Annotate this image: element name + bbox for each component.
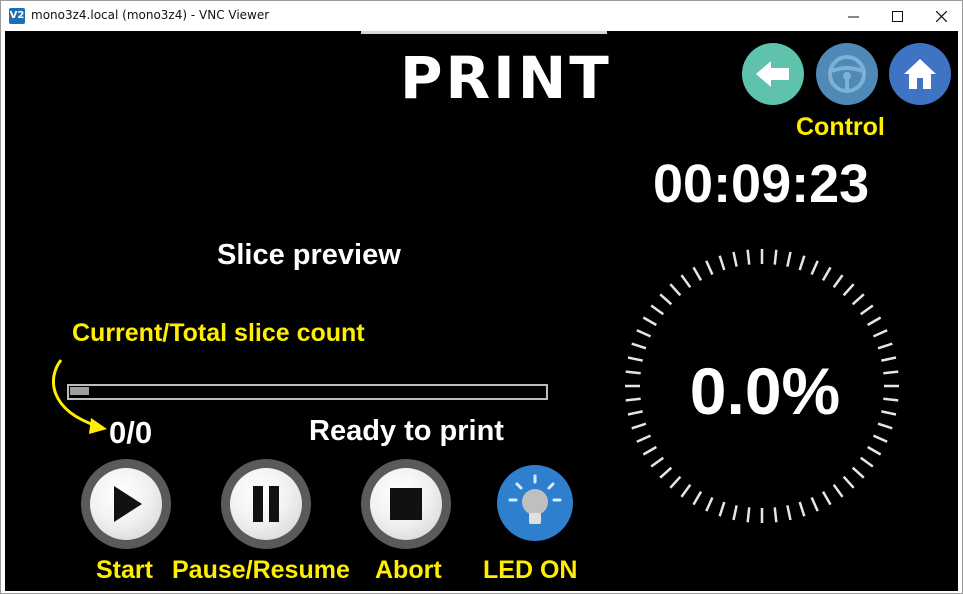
dial-tick (832, 274, 844, 289)
home-icon (904, 59, 936, 89)
abort-button[interactable] (361, 459, 451, 549)
dial-tick (642, 316, 657, 327)
dial-tick (718, 501, 726, 517)
dial-tick (625, 370, 641, 375)
minimize-icon (847, 16, 859, 17)
dial-tick (680, 274, 692, 289)
dial-tick (659, 293, 673, 306)
dial-tick (810, 496, 819, 512)
elapsed-timer: 00:09:23 (653, 154, 870, 214)
vnc-app-icon: V2 (9, 8, 25, 24)
dial-tick (832, 483, 844, 498)
dial-tick (650, 304, 665, 316)
led-button[interactable] (497, 465, 573, 541)
dial-tick (642, 445, 657, 456)
dial-tick (877, 342, 893, 350)
dial-tick (746, 507, 751, 523)
print-status: Ready to print (309, 415, 504, 447)
dial-tick (746, 249, 751, 265)
title-bar[interactable]: V2 mono3z4.local (mono3z4) - VNC Viewer (1, 1, 962, 31)
abort-label: Abort (375, 556, 442, 584)
dial-tick (705, 260, 714, 276)
dial-tick (851, 293, 865, 306)
pause-icon (253, 486, 279, 522)
start-label: Start (96, 556, 153, 584)
back-button[interactable] (742, 43, 804, 105)
close-button[interactable] (919, 1, 963, 31)
dial-tick (718, 255, 726, 271)
dial-tick (636, 434, 652, 443)
dial-tick (810, 260, 819, 276)
vnc-viewer-window: V2 mono3z4.local (mono3z4) - VNC Viewer … (0, 0, 963, 594)
dial-tick (636, 329, 652, 338)
dial-tick (669, 283, 682, 297)
pause-resume-button[interactable] (221, 459, 311, 549)
slice-preview-label: Slice preview (217, 239, 401, 271)
remote-screen[interactable]: PRINT Control 00:09:23 Slice preview Cur… (5, 31, 958, 591)
steering-wheel-icon (828, 55, 866, 93)
dial-tick (867, 316, 882, 327)
dial-tick (859, 456, 874, 468)
stop-icon (390, 488, 422, 520)
close-icon (935, 10, 947, 22)
slice-count: 0/0 (109, 415, 153, 450)
slice-count-annotation: Current/Total slice count (72, 319, 365, 347)
dial-tick (851, 466, 865, 479)
minimize-button[interactable] (831, 1, 875, 31)
dial-tick (732, 505, 738, 521)
dial-tick (705, 496, 714, 512)
pause-resume-label: Pause/Resume (172, 556, 350, 584)
dial-tick (680, 483, 692, 498)
dial-tick (821, 266, 832, 281)
dial-tick (627, 410, 643, 416)
slice-progress-bar (67, 384, 548, 400)
progress-percent: 0.0% (689, 354, 841, 428)
back-arrow-icon (756, 61, 789, 87)
dial-tick (872, 329, 888, 338)
light-bulb-icon (508, 474, 562, 524)
dial-tick (692, 491, 703, 506)
start-button[interactable] (81, 459, 171, 549)
maximize-icon (891, 10, 903, 22)
dial-tick (798, 255, 806, 271)
dial-tick (692, 266, 703, 281)
control-annotation: Control (796, 113, 885, 141)
dial-tick (625, 397, 641, 402)
dial-tick (732, 251, 738, 267)
dial-tick (669, 475, 682, 489)
dial-tick (773, 507, 778, 523)
home-button[interactable] (889, 43, 951, 105)
dial-tick (842, 475, 855, 489)
control-button[interactable] (816, 43, 878, 105)
page-title: PRINT (400, 44, 612, 112)
led-on-label: LED ON (483, 556, 578, 584)
dial-tick (859, 304, 874, 316)
dial-tick (631, 342, 647, 350)
window-title: mono3z4.local (mono3z4) - VNC Viewer (31, 8, 270, 22)
dial-tick (786, 505, 792, 521)
slice-progress-fill (70, 387, 90, 395)
dial-tick (786, 251, 792, 267)
dial-tick (773, 249, 778, 265)
dial-tick (867, 445, 882, 456)
dial-tick (883, 370, 899, 375)
dial-tick (842, 283, 855, 297)
dial-tick (798, 501, 806, 517)
top-divider (361, 31, 607, 34)
maximize-button[interactable] (875, 1, 919, 31)
dial-tick (631, 422, 647, 430)
play-icon (114, 486, 142, 522)
dial-tick (821, 491, 832, 506)
dial-tick (883, 397, 899, 402)
dial-tick (627, 356, 643, 362)
dial-tick (659, 466, 673, 479)
dial-tick (872, 434, 888, 443)
dial-tick (650, 456, 665, 468)
